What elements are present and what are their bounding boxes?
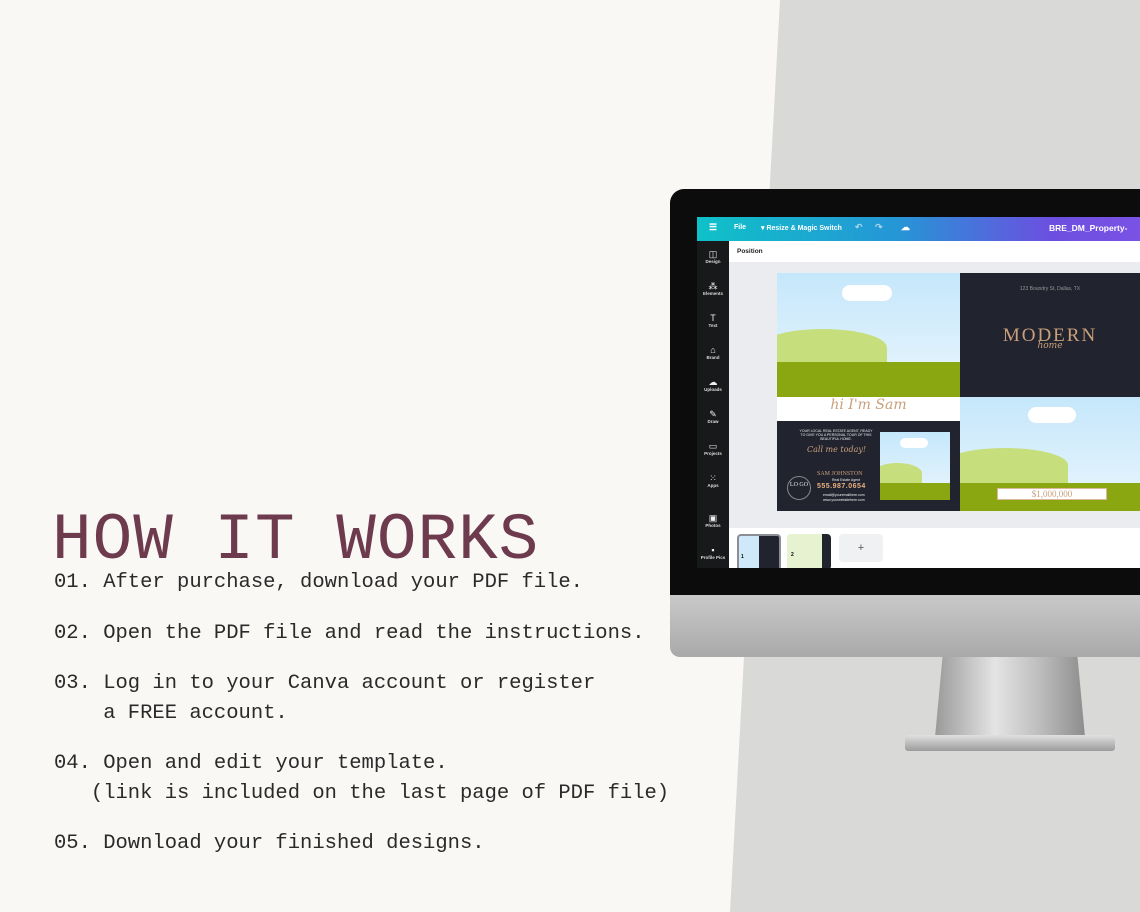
label: Apps bbox=[707, 483, 719, 488]
step-5: 05. Download your finished designs. bbox=[54, 832, 485, 855]
title-panel[interactable]: 123 Boundry St, Dallas, TX MODERN home bbox=[960, 273, 1140, 397]
step-1: 01. After purchase, download your PDF fi… bbox=[54, 571, 583, 594]
price-tag: $1,000,000 bbox=[997, 488, 1107, 500]
resize-label: Resize & Magic Switch bbox=[766, 225, 842, 232]
redo-icon[interactable]: ↷ bbox=[875, 222, 883, 233]
website: www.yourwebsitehere.com bbox=[823, 498, 865, 502]
upload-icon: ☁ bbox=[708, 377, 718, 387]
sidebar-item-profile-pics[interactable]: ▪ Profile Pics bbox=[697, 545, 729, 560]
label: Projects bbox=[704, 451, 722, 456]
monitor-stand bbox=[935, 657, 1085, 737]
sidebar-item-draw[interactable]: ✎ Draw bbox=[697, 409, 729, 424]
page-thumbnail-2[interactable]: 2 bbox=[787, 534, 831, 568]
canva-topbar: ☰ File ▾ Resize & Magic Switch ↶ ↷ ☁ BRE… bbox=[697, 217, 1140, 241]
page-thumbnail-1[interactable]: 1 bbox=[737, 534, 781, 568]
sidebar-item-projects[interactable]: ▭ Projects bbox=[697, 441, 729, 456]
step-4: 04. Open and edit your template. (link i… bbox=[54, 752, 670, 805]
elements-icon: ⁂ bbox=[708, 281, 718, 291]
hill bbox=[960, 448, 1068, 483]
sidebar-item-text[interactable]: T Text bbox=[697, 313, 729, 328]
canva-editor: ☰ File ▾ Resize & Magic Switch ↶ ↷ ☁ BRE… bbox=[697, 217, 1140, 568]
home-script: home bbox=[1037, 341, 1063, 351]
page-title: HOW IT WORKS bbox=[52, 503, 540, 578]
sidebar-item-uploads[interactable]: ☁ Uploads bbox=[697, 377, 729, 392]
label: Brand bbox=[706, 355, 720, 360]
label: Draw bbox=[707, 419, 719, 424]
text-icon: T bbox=[710, 313, 716, 323]
folder-icon: ▭ bbox=[708, 441, 718, 451]
call-script: Call me today! bbox=[807, 445, 867, 454]
resize-button[interactable]: ▾ Resize & Magic Switch bbox=[761, 224, 842, 232]
hill bbox=[777, 362, 960, 397]
landscape-image-2[interactable]: $1,000,000 bbox=[960, 397, 1140, 511]
agent-panel[interactable]: YOUR LOCAL REAL ESTATE AGENT, READY TO G… bbox=[777, 421, 960, 511]
apps-grid-icon: ⁙ bbox=[709, 473, 717, 483]
canva-sidebar: ◫ Design ⁂ Elements T Text ⌂ Brand ☁ Uploads … bbox=[697, 241, 729, 568]
cloud-save-icon[interactable]: ☁ bbox=[901, 222, 910, 233]
cloud bbox=[900, 438, 928, 448]
monitor-base bbox=[905, 735, 1115, 751]
label: Design bbox=[705, 259, 721, 264]
brand-icon: ⌂ bbox=[710, 345, 716, 355]
hill bbox=[777, 328, 887, 366]
agent-name: SAM JOHNSTON bbox=[817, 471, 863, 477]
sidebar-item-design[interactable]: ◫ Design bbox=[697, 249, 729, 264]
profile-pic-icon: ▪ bbox=[711, 545, 715, 555]
step-3: 03. Log in to your Canva account or regi… bbox=[54, 672, 596, 725]
label: Profile Pics bbox=[700, 555, 726, 560]
blurb: YOUR LOCAL REAL ESTATE AGENT, READY TO G… bbox=[799, 429, 873, 441]
step-2: 02. Open the PDF file and read the instr… bbox=[54, 622, 645, 645]
cloud bbox=[842, 285, 892, 301]
photo-icon: ▣ bbox=[708, 513, 718, 523]
design-icon: ◫ bbox=[708, 249, 718, 259]
sidebar-item-apps[interactable]: ⁙ Apps bbox=[697, 473, 729, 488]
undo-icon[interactable]: ↶ bbox=[855, 222, 863, 233]
cloud bbox=[1028, 407, 1076, 423]
file-menu[interactable]: File bbox=[734, 224, 746, 231]
address: 123 Boundry St, Dallas, TX bbox=[1019, 286, 1081, 292]
label: Photos bbox=[705, 523, 721, 528]
hill bbox=[880, 483, 950, 500]
label: Elements bbox=[702, 291, 723, 296]
greeting[interactable]: hi I'm Sam bbox=[777, 397, 960, 421]
sidebar-item-brand[interactable]: ⌂ Brand bbox=[697, 345, 729, 360]
email: email@youremailhere.com bbox=[823, 493, 865, 497]
position-button[interactable]: Position bbox=[729, 241, 1140, 262]
document-title[interactable]: BRE_DM_Property- bbox=[1049, 223, 1127, 233]
hill bbox=[880, 462, 922, 483]
hamburger-icon[interactable]: ☰ bbox=[709, 222, 717, 233]
monitor-chin bbox=[670, 595, 1140, 657]
add-page-button[interactable]: + bbox=[839, 534, 883, 562]
draw-icon: ✎ bbox=[709, 409, 717, 419]
sidebar-item-elements[interactable]: ⁂ Elements bbox=[697, 281, 729, 296]
landscape-image-1[interactable] bbox=[777, 273, 960, 397]
page-number: 2 bbox=[791, 552, 794, 558]
page-number: 1 bbox=[741, 554, 744, 560]
label: Uploads bbox=[704, 387, 722, 392]
page-thumbnails: 1 2 + bbox=[729, 528, 1140, 568]
phone: 555.987.0654 bbox=[817, 483, 866, 490]
photo-frame[interactable] bbox=[880, 432, 950, 500]
label: Text bbox=[708, 323, 718, 328]
agent-role: Real Estate Agent bbox=[832, 478, 861, 482]
sidebar-item-photos[interactable]: ▣ Photos bbox=[697, 513, 729, 528]
logo-placeholder: LO GO bbox=[787, 476, 811, 500]
